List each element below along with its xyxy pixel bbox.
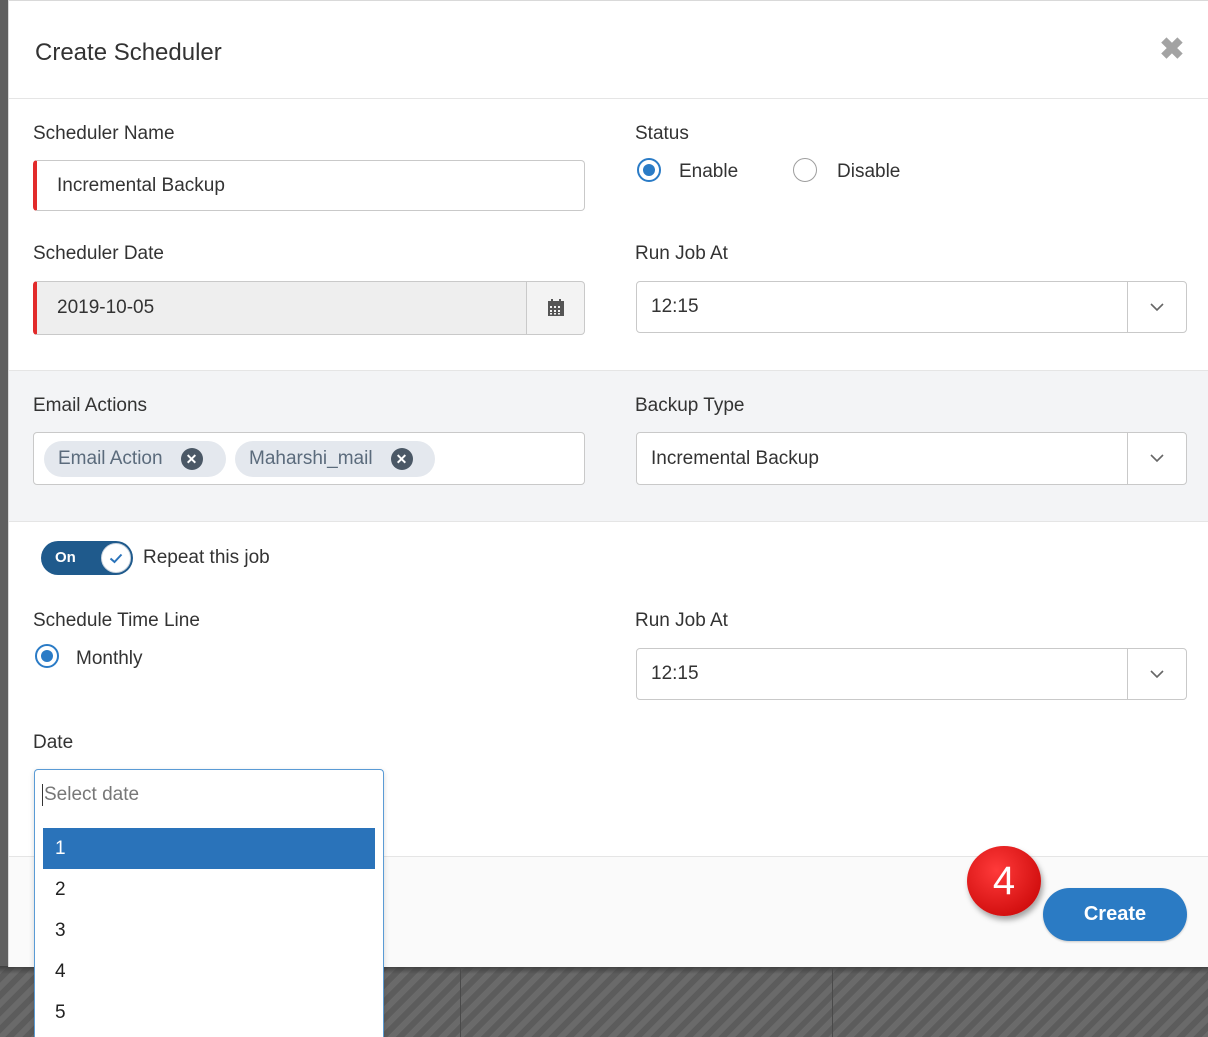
calendar-button[interactable] xyxy=(526,281,585,335)
date-label: Date xyxy=(33,732,74,753)
status-disable-radio[interactable] xyxy=(793,158,817,182)
email-tag-label: Maharshi_mail xyxy=(249,448,373,469)
status-disable-label[interactable]: Disable xyxy=(837,161,900,183)
scheduler-date-label: Scheduler Date xyxy=(33,243,164,264)
date-option[interactable]: 2 xyxy=(43,869,375,910)
monthly-radio[interactable] xyxy=(35,644,59,668)
create-button[interactable]: Create xyxy=(1043,888,1187,941)
scheduler-name-label: Scheduler Name xyxy=(33,123,175,144)
date-search-input[interactable]: Select date xyxy=(42,784,139,806)
date-option[interactable]: 4 xyxy=(43,951,375,992)
scheduler-date-input[interactable]: 2019-10-05 xyxy=(33,281,527,335)
step-number-badge: 4 xyxy=(967,846,1041,916)
date-option[interactable]: 5 xyxy=(43,992,375,1033)
email-tag-label: Email Action xyxy=(58,448,163,469)
scheduler-date-value: 2019-10-05 xyxy=(57,297,155,318)
remove-tag-icon[interactable]: ✕ xyxy=(180,448,203,470)
status-enable-label[interactable]: Enable xyxy=(679,161,738,183)
run-job-at-value: 12:15 xyxy=(651,663,699,684)
chevron-down-icon[interactable] xyxy=(1127,282,1186,332)
email-actions-label: Email Actions xyxy=(33,395,148,416)
dialog-title: Create Scheduler xyxy=(35,39,222,66)
close-icon[interactable]: ✖ xyxy=(1157,35,1187,65)
run-job-at-select[interactable]: 12:15 xyxy=(636,648,1187,700)
backup-type-value: Incremental Backup xyxy=(651,447,819,469)
calendar-icon xyxy=(547,299,564,316)
email-tag: Email Action ✕ xyxy=(44,441,226,477)
backdrop-divider xyxy=(460,966,461,1037)
schedule-time-line-label: Schedule Time Line xyxy=(33,610,200,631)
backup-type-label: Backup Type xyxy=(635,395,745,416)
date-option[interactable]: 3 xyxy=(43,910,375,951)
monthly-label[interactable]: Monthly xyxy=(76,648,143,670)
email-tag: Maharshi_mail ✕ xyxy=(235,441,435,477)
backup-type-select[interactable]: Incremental Backup xyxy=(636,432,1187,485)
status-enable-radio[interactable] xyxy=(637,158,661,182)
run-job-at-select[interactable]: 12:15 xyxy=(636,281,1187,333)
date-dropdown: Select date 1 2 3 4 5 xyxy=(34,769,384,1037)
remove-tag-icon[interactable]: ✕ xyxy=(390,448,413,470)
email-actions-input[interactable]: Email Action ✕ Maharshi_mail ✕ xyxy=(33,432,585,485)
repeat-job-label: Repeat this job xyxy=(143,547,270,568)
repeat-job-toggle[interactable]: On xyxy=(41,541,133,575)
chevron-down-icon[interactable] xyxy=(1127,649,1186,699)
toggle-state-label: On xyxy=(55,549,76,566)
create-scheduler-dialog: Create Scheduler ✖ Scheduler Name Increm… xyxy=(8,0,1208,1037)
check-icon xyxy=(101,543,131,573)
date-search-placeholder: Select date xyxy=(44,784,140,806)
run-job-at-label: Run Job At xyxy=(635,243,728,264)
dialog-header: Create Scheduler ✖ xyxy=(9,1,1208,99)
run-job-at-label: Run Job At xyxy=(635,610,728,631)
scheduler-name-input[interactable]: Incremental Backup xyxy=(33,160,585,211)
chevron-down-icon[interactable] xyxy=(1127,433,1186,484)
date-option[interactable]: 1 xyxy=(43,828,375,869)
status-label: Status xyxy=(635,123,689,144)
run-job-at-value: 12:15 xyxy=(651,296,699,317)
backdrop-divider xyxy=(832,966,833,1037)
scheduler-name-value: Incremental Backup xyxy=(57,174,225,196)
